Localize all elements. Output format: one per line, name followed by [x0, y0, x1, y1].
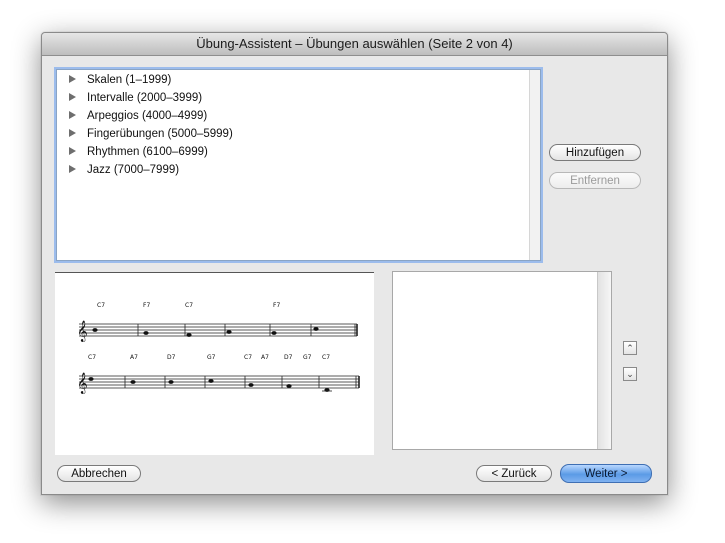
tree-item-label: Fingerübungen (5000–5999) [87, 128, 233, 140]
disclosure-triangle-icon[interactable] [69, 129, 76, 137]
chord-symbol: A7 [130, 354, 138, 361]
disclosure-triangle-icon[interactable] [69, 111, 76, 119]
window-title: Übung-Assistent – Übungen auswählen (Sei… [42, 33, 667, 56]
treble-clef-icon: 𝄞 [77, 373, 88, 394]
chord-symbol: D7 [284, 354, 293, 361]
chord-symbol: G7 [303, 354, 312, 361]
chevron-down-icon: ⌄ [626, 369, 634, 379]
disclosure-triangle-icon[interactable] [69, 147, 76, 155]
tree-item-jazz[interactable]: Jazz (7000–7999) [69, 161, 179, 179]
chord-symbol: C7 [322, 354, 330, 361]
add-button[interactable]: Hinzufügen [549, 144, 641, 161]
exercise-category-tree[interactable]: Skalen (1–1999) Intervalle (2000–3999) A… [56, 69, 541, 261]
tree-item-arpeggios[interactable]: Arpeggios (4000–4999) [69, 107, 207, 125]
next-button[interactable]: Weiter > [560, 464, 652, 483]
chord-symbol: C7 [97, 302, 105, 309]
tree-item-rhythmen[interactable]: Rhythmen (6100–6999) [69, 143, 208, 161]
sheet-music-image: 𝄞 C7 F7 C7 F7 𝄞 C7 A7 D7 G7 C7 A7 D7 G7 … [77, 302, 360, 394]
tree-item-label: Jazz (7000–7999) [87, 164, 180, 176]
move-up-button[interactable]: ⌃ [623, 341, 637, 355]
dialog-window: Übung-Assistent – Übungen auswählen (Sei… [41, 32, 668, 495]
tree-item-label: Arpeggios (4000–4999) [87, 110, 208, 122]
chord-symbol: D7 [167, 354, 176, 361]
chord-symbol: C7 [244, 354, 252, 361]
cancel-button[interactable]: Abbrechen [57, 465, 141, 482]
tree-item-label: Skalen (1–1999) [87, 74, 172, 86]
tree-scrollbar[interactable] [529, 70, 540, 260]
disclosure-triangle-icon[interactable] [69, 93, 76, 101]
selected-exercises-list[interactable] [392, 271, 612, 450]
tree-item-label: Rhythmen (6100–6999) [87, 146, 208, 158]
tree-item-skalen[interactable]: Skalen (1–1999) [69, 71, 171, 89]
treble-clef-icon: 𝄞 [77, 321, 88, 342]
notation-preview: 𝄞 C7 F7 C7 F7 𝄞 C7 A7 D7 G7 C7 A7 D7 G7 … [55, 272, 374, 455]
list-scrollbar[interactable] [597, 272, 611, 449]
chord-symbol: C7 [88, 354, 96, 361]
tree-item-label: Intervalle (2000–3999) [87, 92, 203, 104]
chord-symbol: C7 [185, 302, 193, 309]
move-down-button[interactable]: ⌄ [623, 367, 637, 381]
chord-symbol: F7 [143, 302, 150, 309]
tree-item-fingeruebungen[interactable]: Fingerübungen (5000–5999) [69, 125, 233, 143]
back-button[interactable]: < Zurück [476, 465, 552, 482]
disclosure-triangle-icon[interactable] [69, 75, 76, 83]
disclosure-triangle-icon[interactable] [69, 165, 76, 173]
chord-symbol: G7 [207, 354, 216, 361]
tree-item-intervalle[interactable]: Intervalle (2000–3999) [69, 89, 202, 107]
chevron-up-icon: ⌃ [626, 343, 634, 353]
chord-symbol: F7 [273, 302, 280, 309]
chord-symbol: A7 [261, 354, 269, 361]
remove-button[interactable]: Entfernen [549, 172, 641, 189]
